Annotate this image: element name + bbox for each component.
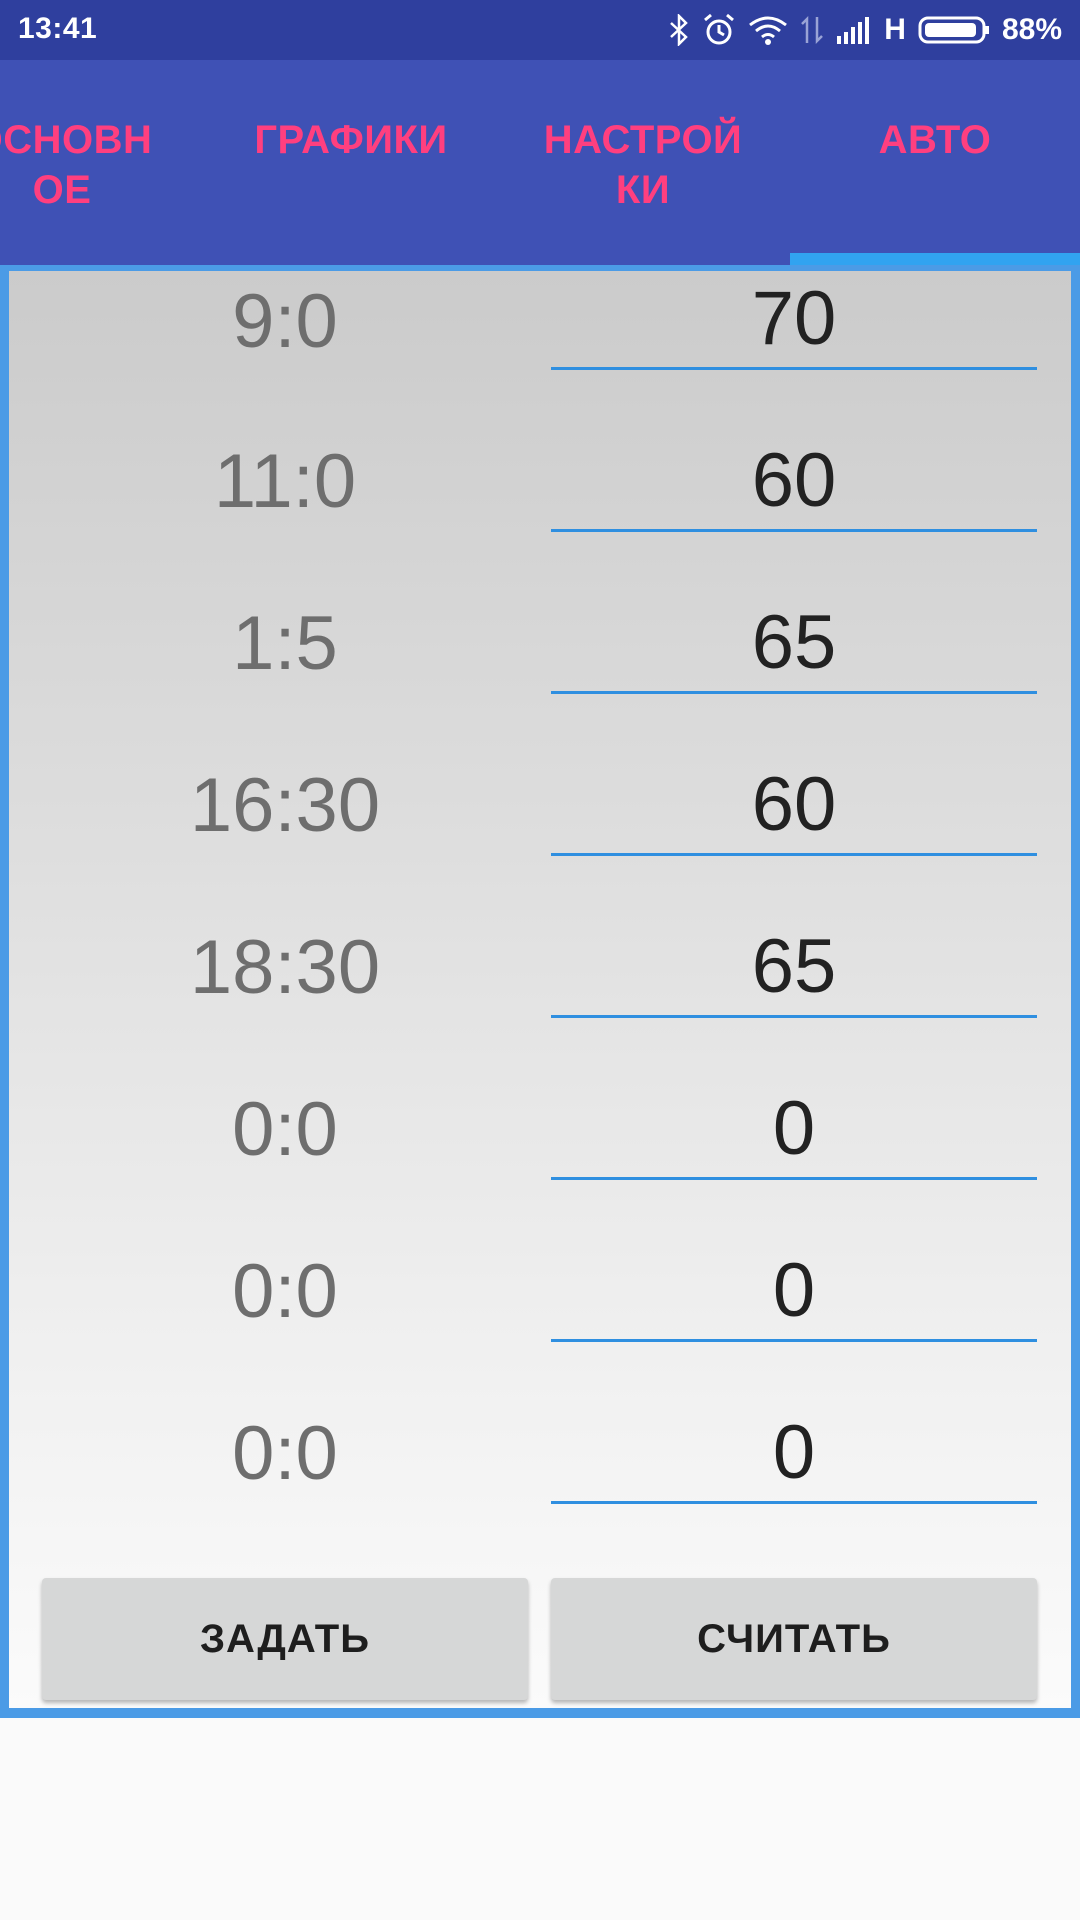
tab-auto[interactable]: АВТО [790,115,1080,165]
value-input[interactable]: 60 [551,757,1037,856]
schedule-row: 0:0 0 [9,1405,1071,1567]
time-label: 0:0 [232,1087,338,1172]
tab-main[interactable]: ОСНОВН ОЕ [0,115,207,215]
schedule-panel: 9:0 70 11:0 60 1:5 65 16:30 60 18:30 65 … [0,265,1080,1718]
value-input[interactable]: 60 [551,433,1037,532]
schedule-row: 0:0 0 [9,1081,1071,1243]
tab-bar: ОСНОВН ОЕ ГРАФИКИ НАСТРОЙ КИ АВТО [0,60,1080,265]
alarm-icon [702,13,736,47]
tab-charts[interactable]: ГРАФИКИ [206,115,496,165]
value-input[interactable]: 65 [551,595,1037,694]
tab-settings[interactable]: НАСТРОЙ КИ [498,115,788,215]
time-label: 18:30 [189,925,381,1010]
schedule-row: 1:5 65 [9,595,1071,757]
time-label: 0:0 [232,1249,338,1334]
signal-icon [836,16,872,44]
schedule-panel-body: 9:0 70 11:0 60 1:5 65 16:30 60 18:30 65 … [9,271,1071,1708]
schedule-row: 18:30 65 [9,919,1071,1081]
battery-icon [918,15,990,45]
status-icons: H 88% [668,10,1062,50]
read-button[interactable]: СЧИТАТЬ [551,1578,1037,1700]
schedule-row: 11:0 60 [9,433,1071,595]
time-label: 11:0 [213,439,357,524]
bluetooth-icon [668,14,690,46]
status-time: 13:41 [18,12,98,45]
value-input[interactable]: 70 [551,271,1037,370]
time-label: 16:30 [189,763,381,848]
time-label: 1:5 [232,601,338,686]
time-label: 9:0 [232,279,338,364]
network-type: H [884,13,906,46]
data-arrows-icon [800,15,824,45]
selected-tab-indicator [790,253,1080,265]
schedule-row: 9:0 70 [9,271,1071,433]
value-input[interactable]: 65 [551,919,1037,1018]
schedule-row: 0:0 0 [9,1243,1071,1405]
schedule-row: 16:30 60 [9,757,1071,919]
status-bar: 13:41 H 88% [0,0,1080,60]
value-input[interactable]: 0 [551,1081,1037,1180]
set-button[interactable]: ЗАДАТЬ [42,1578,528,1700]
wifi-icon [748,15,788,45]
time-label: 0:0 [232,1411,338,1496]
battery-percent: 88% [1001,13,1062,46]
value-input[interactable]: 0 [551,1243,1037,1342]
value-input[interactable]: 0 [551,1405,1037,1504]
